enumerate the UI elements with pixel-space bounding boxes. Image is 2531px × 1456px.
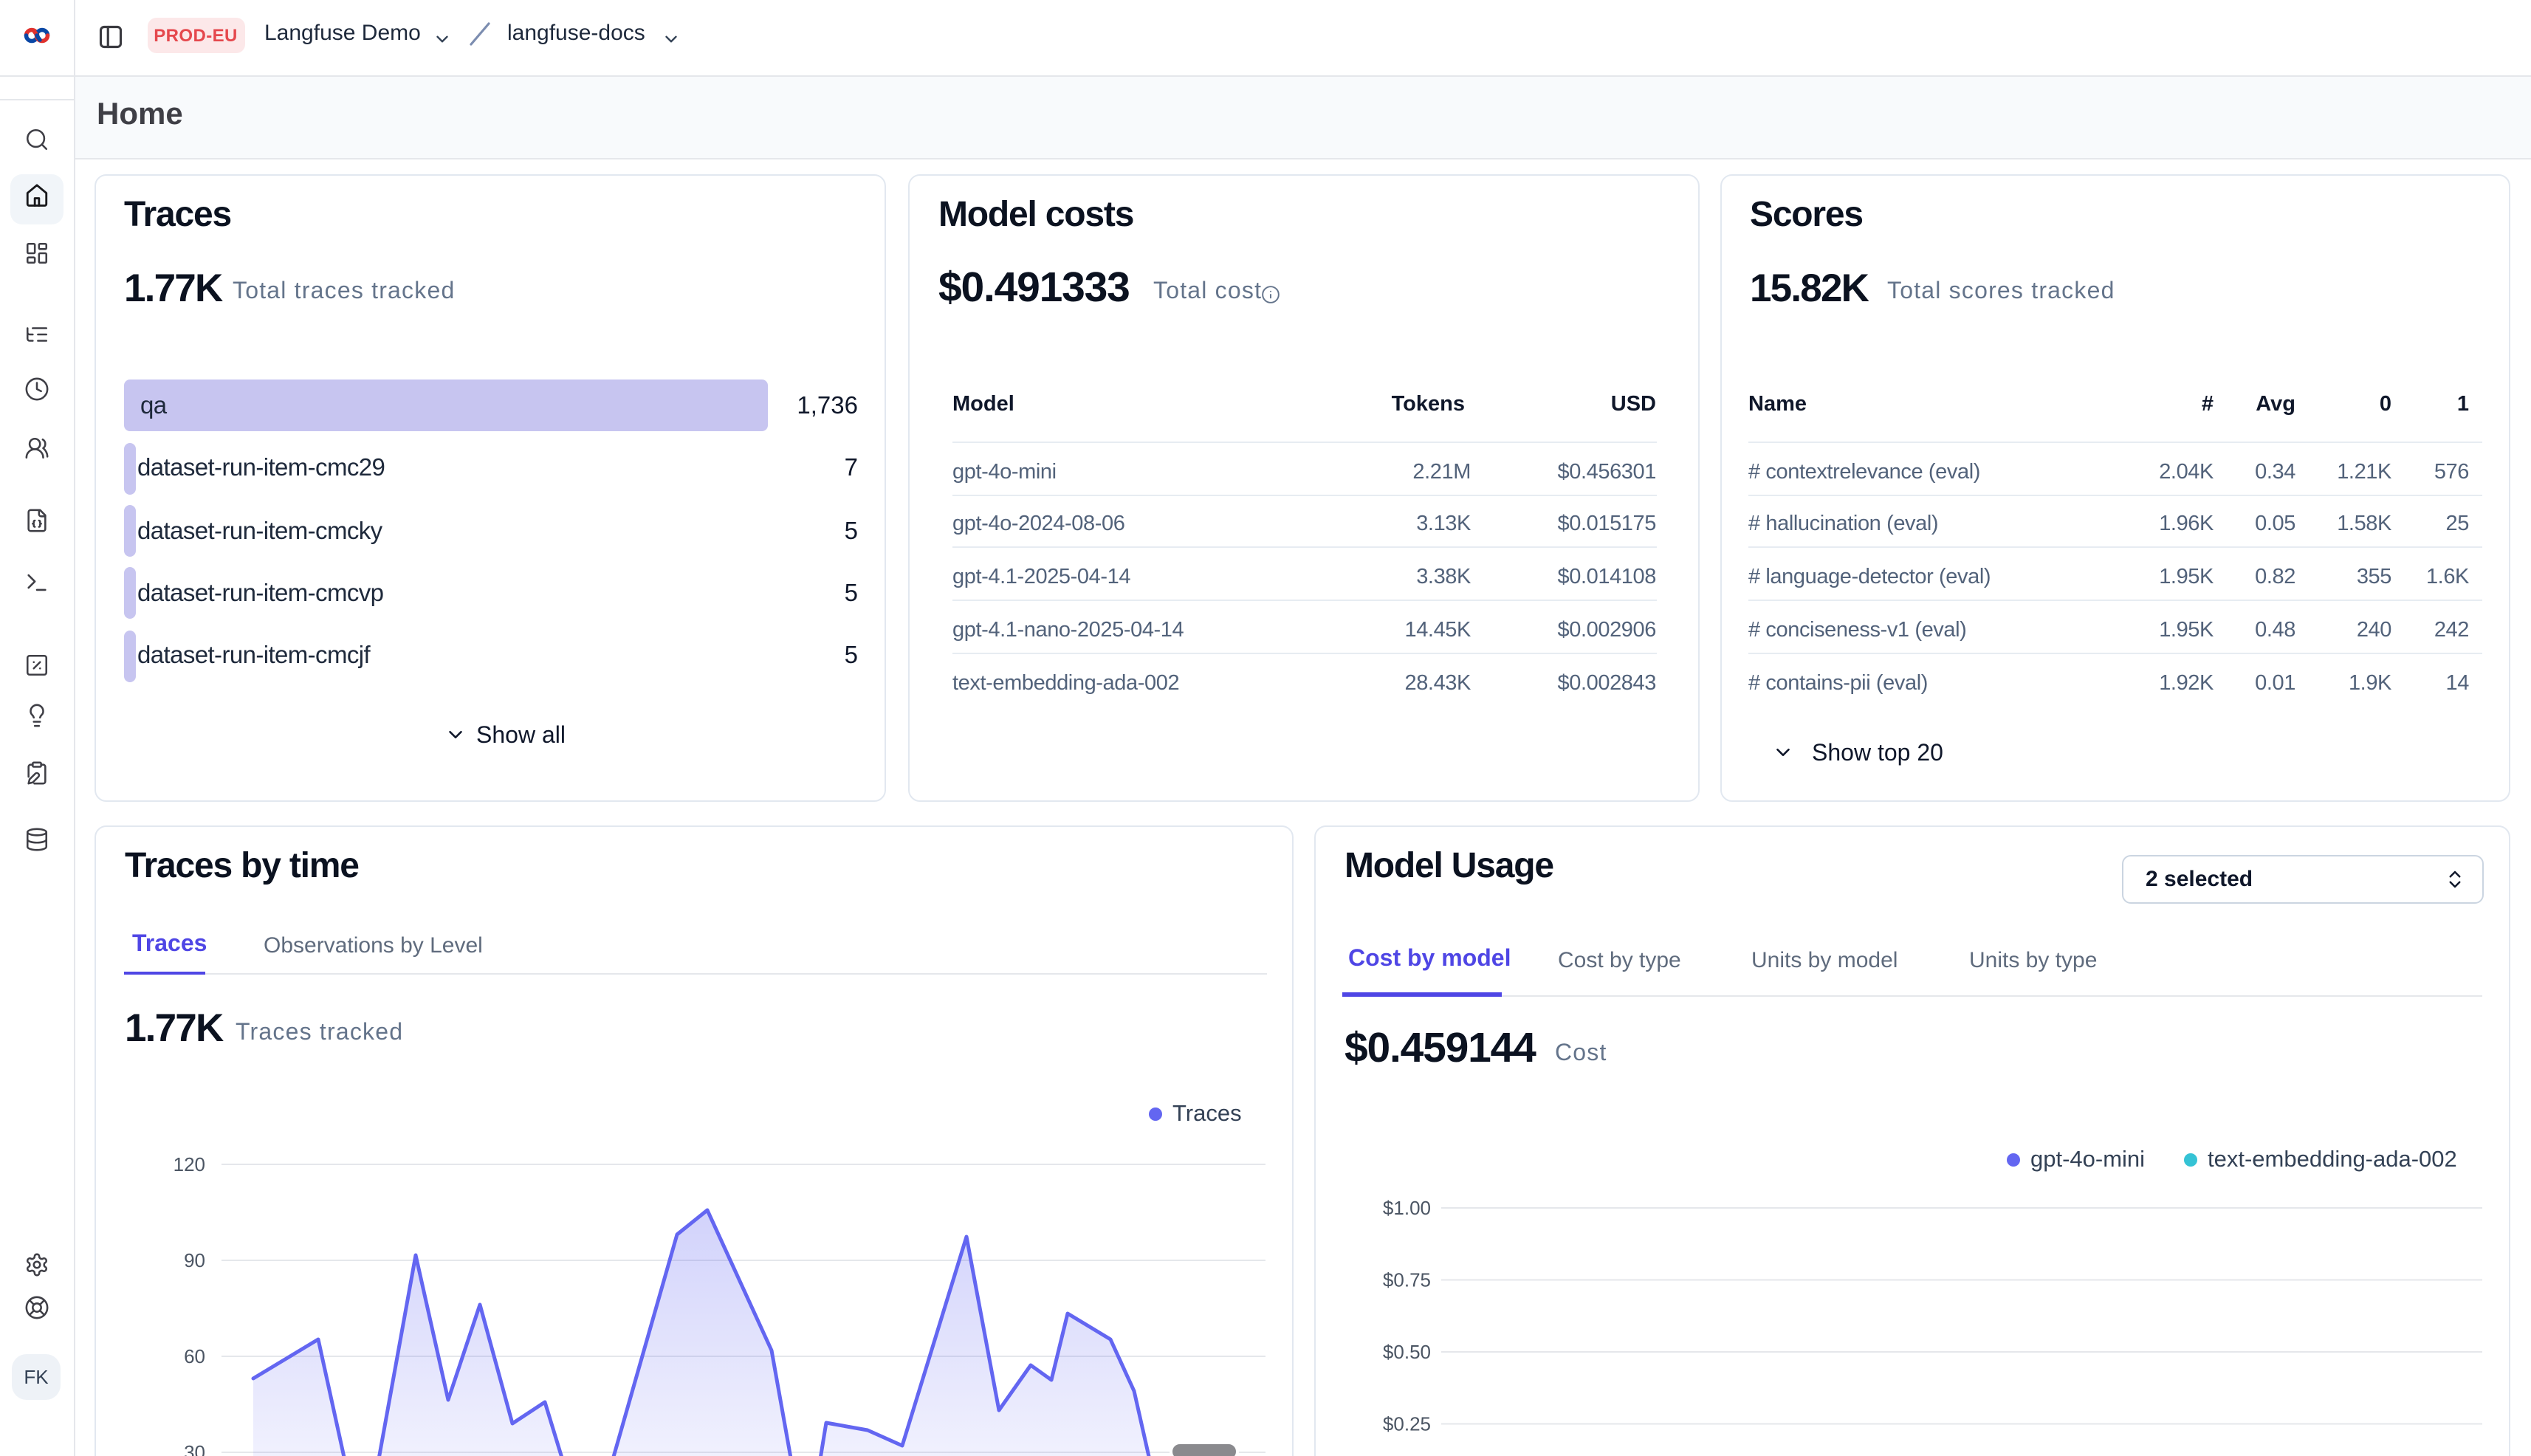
svg-text:$0.50: $0.50: [1383, 1341, 1431, 1363]
svg-text:$0.25: $0.25: [1383, 1413, 1431, 1435]
svg-text:$1.00: $1.00: [1383, 1197, 1431, 1219]
svg-text:60: 60: [184, 1345, 205, 1367]
svg-text:120: 120: [174, 1153, 205, 1175]
svg-text:30: 30: [184, 1441, 205, 1456]
svg-text:$0.75: $0.75: [1383, 1269, 1431, 1291]
svg-text:90: 90: [184, 1249, 205, 1271]
